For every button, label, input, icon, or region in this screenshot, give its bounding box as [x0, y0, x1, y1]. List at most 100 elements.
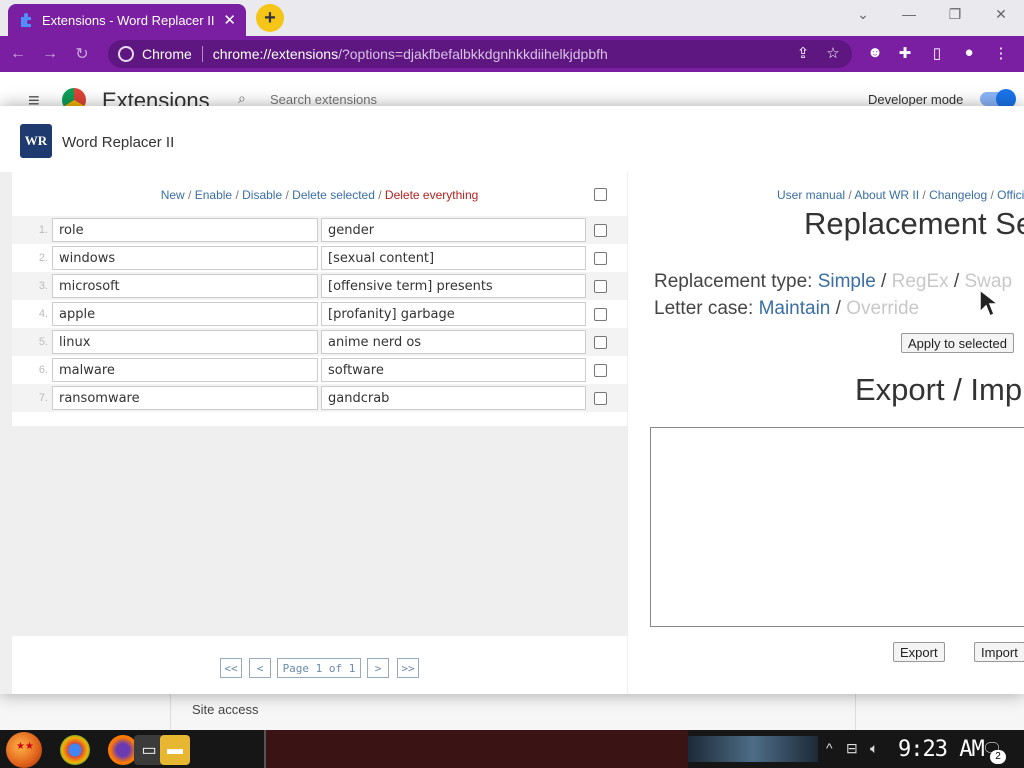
mouse-cursor-icon: [979, 288, 1000, 318]
actions-separator: /: [282, 188, 293, 202]
search-extensions-input[interactable]: Search extensions: [270, 92, 377, 107]
replace-input[interactable]: gandcrab: [321, 386, 586, 410]
export-button[interactable]: Export: [893, 642, 945, 662]
volume-icon[interactable]: 🔈︎: [870, 740, 878, 757]
rule-checkbox[interactable]: [594, 392, 607, 405]
word-replacer-logo: WR: [20, 124, 52, 158]
find-input[interactable]: apple: [52, 302, 318, 326]
changelog-link[interactable]: Changelog: [929, 188, 987, 202]
new-rule-link[interactable]: New: [161, 188, 185, 202]
replace-input[interactable]: software: [321, 358, 586, 382]
extension-avatar-icon[interactable]: ☻: [864, 44, 886, 61]
rule-checkbox[interactable]: [594, 252, 607, 265]
taskbar-clock[interactable]: 9:23 AM: [898, 737, 985, 762]
menu-dots-icon[interactable]: ⋮: [990, 44, 1012, 62]
rule-checkbox[interactable]: [594, 364, 607, 377]
start-stars-icon: ★★: [16, 741, 34, 752]
find-input[interactable]: microsoft: [52, 274, 318, 298]
rule-checkbox[interactable]: [594, 336, 607, 349]
reload-icon[interactable]: ↻: [68, 44, 96, 64]
first-page-button[interactable]: <<: [220, 658, 242, 678]
rules-panel: New / Enable / Disable / Delete selected…: [0, 172, 628, 694]
back-icon[interactable]: ←: [4, 45, 32, 63]
select-all-checkbox[interactable]: [594, 188, 607, 201]
replace-input[interactable]: [sexual content]: [321, 246, 586, 270]
replace-input[interactable]: gender: [321, 218, 586, 242]
taskbar-window-area[interactable]: [264, 730, 688, 768]
rule-checkbox[interactable]: [594, 280, 607, 293]
tab-extensions[interactable]: Extensions - Word Replacer II ✕: [8, 4, 246, 36]
find-input[interactable]: linux: [52, 330, 318, 354]
developer-mode-toggle[interactable]: [980, 89, 1016, 109]
page-indicator: Page 1 of 1: [277, 658, 361, 678]
settings-panel: User manual / About WR II / Changelog / …: [640, 172, 1024, 694]
letter-case-row: Letter case: Maintain / Override: [654, 298, 920, 319]
replacement-type-label: Replacement type:: [654, 271, 813, 292]
address-bar[interactable]: Chrome chrome://extensions/?options=djak…: [108, 40, 852, 68]
restore-button[interactable]: ❐: [940, 6, 970, 23]
apply-to-selected-button[interactable]: Apply to selected: [901, 333, 1015, 353]
find-input[interactable]: ransomware: [52, 386, 318, 410]
new-tab-button[interactable]: +: [256, 4, 284, 32]
file-explorer-icon[interactable]: ▬: [160, 735, 190, 765]
extensions-header: ≡ Extensions ⌕ Search extensions Develop…: [0, 72, 1024, 113]
rule-checkbox[interactable]: [594, 308, 607, 321]
type-regex-option[interactable]: RegEx: [892, 271, 949, 292]
type-simple-option[interactable]: Simple: [818, 271, 876, 292]
tab-search-icon[interactable]: ⌄: [848, 6, 878, 23]
minimize-button[interactable]: —: [894, 6, 924, 22]
user-manual-link[interactable]: User manual: [777, 188, 845, 202]
next-page-button[interactable]: >: [367, 658, 389, 678]
export-import-textarea[interactable]: [650, 427, 1024, 627]
import-button[interactable]: Import: [974, 642, 1024, 662]
rule-row: 7. ransomware gandcrab: [12, 384, 627, 412]
bookmark-star-icon[interactable]: ☆: [822, 44, 844, 62]
rule-checkbox[interactable]: [594, 224, 607, 237]
rule-number: 7.: [38, 392, 48, 404]
replace-input[interactable]: [offensive term] presents: [321, 274, 586, 298]
start-button[interactable]: ★★: [6, 732, 42, 768]
case-override-option[interactable]: Override: [846, 298, 919, 319]
pagination: << < Page 1 of 1 > >>: [12, 636, 627, 694]
rules-table: 1. role gender 2. windows [sexual conten…: [12, 216, 627, 412]
url-query: /?options=djakfbefalbkkdgnhkkdiihelkjdpb…: [338, 46, 608, 62]
dialog-title: Word Replacer II: [62, 134, 175, 151]
extension-detail-card: [170, 692, 856, 730]
case-maintain-option[interactable]: Maintain: [759, 298, 831, 319]
official-link[interactable]: Offici: [997, 188, 1024, 202]
options-dialog: WR Word Replacer II New / Enable / Disab…: [0, 106, 1024, 694]
url-host: chrome://extensions: [212, 46, 339, 62]
about-link[interactable]: About WR II: [854, 188, 919, 202]
browser-titlebar: Extensions - Word Replacer II ✕ + ⌄ — ❐ …: [0, 0, 1024, 36]
replace-input[interactable]: [profanity] garbage: [321, 302, 586, 326]
disable-link[interactable]: Disable: [242, 188, 282, 202]
chrome-taskbar-icon[interactable]: [60, 735, 90, 765]
delete-everything-link[interactable]: Delete everything: [385, 188, 478, 202]
rule-row: 3. microsoft [offensive term] presents: [12, 272, 627, 300]
side-panel-icon[interactable]: ▯: [926, 44, 948, 62]
find-input[interactable]: windows: [52, 246, 318, 270]
extensions-puzzle-icon[interactable]: ✚: [894, 44, 916, 62]
forward-icon[interactable]: →: [36, 45, 64, 63]
enable-link[interactable]: Enable: [195, 188, 232, 202]
browser-toolbar: ← → ↻ Chrome chrome://extensions/?option…: [0, 36, 1024, 72]
replace-input[interactable]: anime nerd os: [321, 330, 586, 354]
close-window-button[interactable]: ✕: [986, 6, 1016, 23]
share-icon[interactable]: ⇪: [792, 44, 814, 62]
tab-close-icon[interactable]: ✕: [223, 11, 236, 29]
delete-selected-link[interactable]: Delete selected: [292, 188, 375, 202]
rule-row: 6. malware software: [12, 356, 627, 384]
network-icon[interactable]: ⊟: [846, 740, 858, 757]
tray-chevron-icon[interactable]: ^: [826, 740, 833, 756]
rule-row: 2. windows [sexual content]: [12, 244, 627, 272]
prev-page-button[interactable]: <: [249, 658, 271, 678]
last-page-button[interactable]: >>: [397, 658, 419, 678]
rule-number: 3.: [38, 280, 48, 292]
find-input[interactable]: role: [52, 218, 318, 242]
rule-number: 5.: [38, 336, 48, 348]
rules-actions-bar: New / Enable / Disable / Delete selected…: [12, 188, 627, 202]
rule-row: 5. linux anime nerd os: [12, 328, 627, 356]
search-icon: ⌕: [238, 90, 246, 106]
profile-icon[interactable]: ●: [958, 44, 980, 61]
find-input[interactable]: malware: [52, 358, 318, 382]
